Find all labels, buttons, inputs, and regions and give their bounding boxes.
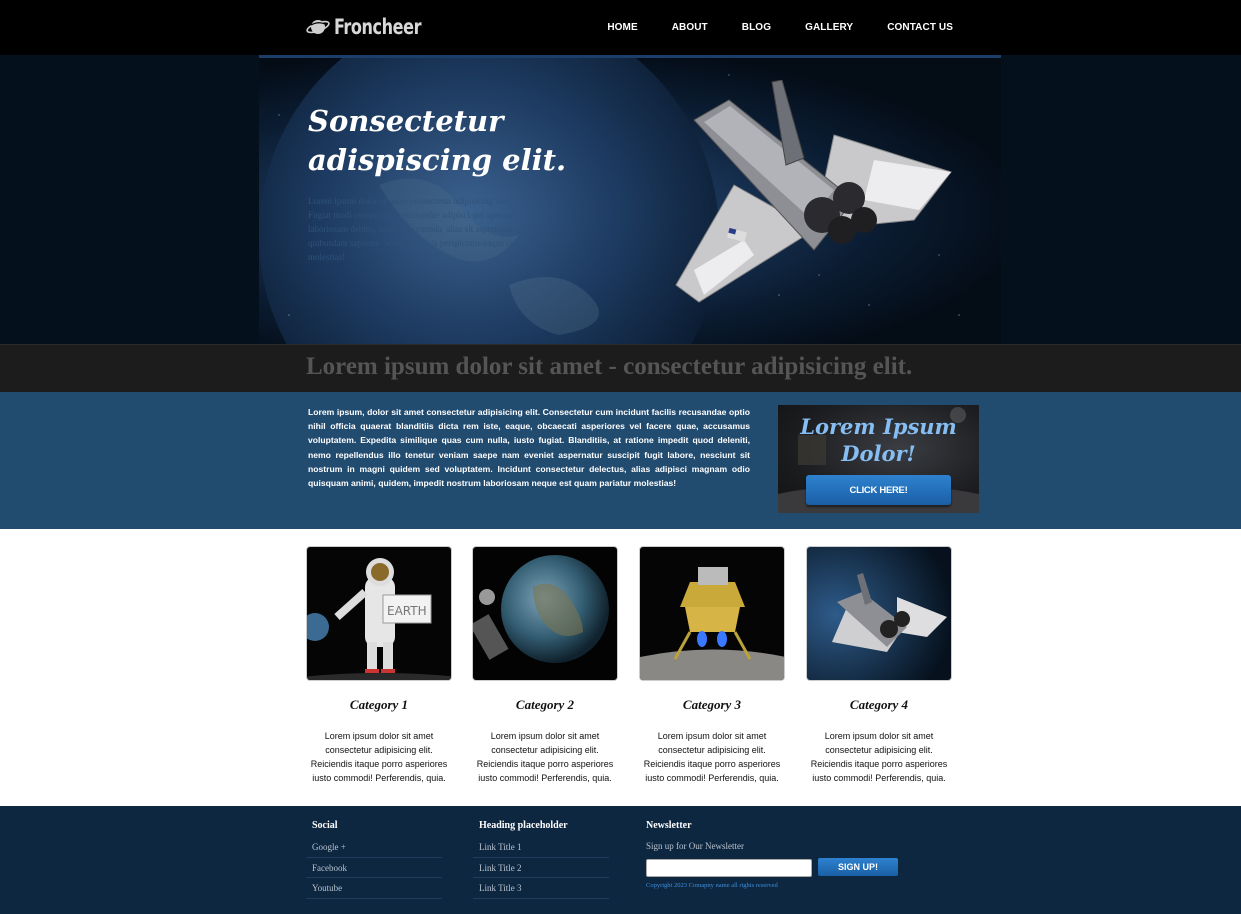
category-card: Category 3 Lorem ipsum dolor sit amet co…: [639, 546, 785, 785]
svg-text:EARTH: EARTH: [387, 604, 427, 618]
category-2-title[interactable]: Category 2: [472, 697, 618, 713]
category-4-image[interactable]: [806, 546, 952, 681]
lunar-lander-image: [640, 547, 784, 680]
nav-home[interactable]: HOME: [607, 22, 637, 33]
hero-title-line2: adispiscing elit.: [308, 143, 567, 177]
footer-link-title-1[interactable]: Link Title 1: [473, 837, 609, 858]
footer-social-links: Google + Facebook Youtube: [306, 837, 442, 899]
category-2-text: Lorem ipsum dolor sit amet consectetur a…: [476, 731, 614, 783]
newsletter-heading: Newsletter: [646, 820, 692, 831]
footer-link-title-2[interactable]: Link Title 2: [473, 858, 609, 878]
tagline-bar: Lorem ipsum dolor sit amet - consectetur…: [0, 344, 1241, 392]
tagline-text: Lorem ipsum dolor sit amet - consectetur…: [306, 353, 913, 380]
footer-newsletter: Newsletter Sign up for Our Newsletter: [640, 820, 920, 851]
space-shuttle-image: [675, 80, 952, 303]
intro-section: Lorem ipsum, dolor sit amet consectetur …: [0, 392, 1241, 529]
sign-up-button[interactable]: SIGN UP!: [818, 858, 898, 876]
hero-paragraph: Lorem ipsum dolor sit amet consectetur a…: [308, 196, 522, 262]
earth-globe-image: [473, 547, 617, 680]
intro-paragraph: Lorem ipsum, dolor sit amet consectetur …: [308, 407, 750, 489]
category-4-title[interactable]: Category 4: [806, 697, 952, 713]
category-card: Category 4 Lorem ipsum dolor sit amet co…: [806, 546, 952, 785]
footer-link-google-plus[interactable]: Google +: [306, 837, 442, 858]
newsletter-note: Sign up for Our Newsletter: [646, 841, 744, 851]
nav-about[interactable]: ABOUT: [672, 22, 708, 33]
astronaut-image: EARTH: [307, 547, 451, 680]
footer-social: Social Google + Facebook Youtube: [306, 820, 442, 899]
category-card: Category 2 Lorem ipsum dolor sit amet co…: [472, 546, 618, 785]
copyright-text: Copyright 2023 Comapny name all rights r…: [646, 882, 778, 889]
main-nav: HOME ABOUT BLOG GALLERY CONTACT US: [573, 0, 953, 55]
hero-top-glow: [259, 55, 1001, 58]
site-header: Froncheer HOME ABOUT BLOG GALLERY CONTAC…: [0, 0, 1241, 55]
footer-social-heading: Social: [312, 820, 338, 831]
nav-gallery[interactable]: GALLERY: [805, 22, 853, 33]
site-footer: Social Google + Facebook Youtube Heading…: [0, 806, 1241, 914]
hero-title-line1: Sonsectetur: [308, 104, 504, 138]
category-1-title[interactable]: Category 1: [306, 697, 452, 713]
promo-box: Lorem Ipsum Dolor! CLICK HERE!: [778, 405, 979, 513]
category-1-text: Lorem ipsum dolor sit amet consectetur a…: [310, 731, 448, 783]
planet-logo-icon: [306, 20, 330, 34]
category-4-text: Lorem ipsum dolor sit amet consectetur a…: [810, 731, 948, 783]
click-here-button[interactable]: CLICK HERE!: [806, 475, 951, 505]
promo-title-line1: Lorem Ipsum: [800, 414, 957, 439]
category-2-image[interactable]: [472, 546, 618, 681]
footer-link-title-3[interactable]: Link Title 3: [473, 878, 609, 899]
footer-link-facebook[interactable]: Facebook: [306, 858, 442, 878]
category-card: EARTH Category 1 Lorem ipsum dolor sit a…: [306, 546, 452, 785]
logo-text: Froncheer: [334, 15, 422, 39]
nav-contact-us[interactable]: CONTACT US: [887, 22, 953, 33]
nav-blog[interactable]: BLOG: [742, 22, 771, 33]
category-3-text: Lorem ipsum dolor sit amet consectetur a…: [643, 731, 781, 783]
category-3-title[interactable]: Category 3: [639, 697, 785, 713]
hero-banner: Sonsectetur adispiscing elit. Lorem ipsu…: [0, 55, 1241, 344]
footer-placeholder-links: Link Title 1 Link Title 2 Link Title 3: [473, 837, 609, 899]
promo-title: Lorem Ipsum Dolor!: [778, 413, 979, 467]
hero-title: Sonsectetur adispiscing elit.: [308, 102, 628, 180]
footer-placeholder-heading: Heading placeholder: [479, 820, 568, 831]
newsletter-email-input[interactable]: [646, 859, 812, 877]
category-1-image[interactable]: EARTH: [306, 546, 452, 681]
shuttle-thumb-image: [807, 547, 951, 680]
promo-title-line2: Dolor!: [841, 441, 916, 466]
footer-link-youtube[interactable]: Youtube: [306, 878, 442, 899]
footer-links-column: Heading placeholder Link Title 1 Link Ti…: [473, 820, 609, 899]
category-3-image[interactable]: [639, 546, 785, 681]
logo[interactable]: Froncheer: [306, 14, 436, 40]
